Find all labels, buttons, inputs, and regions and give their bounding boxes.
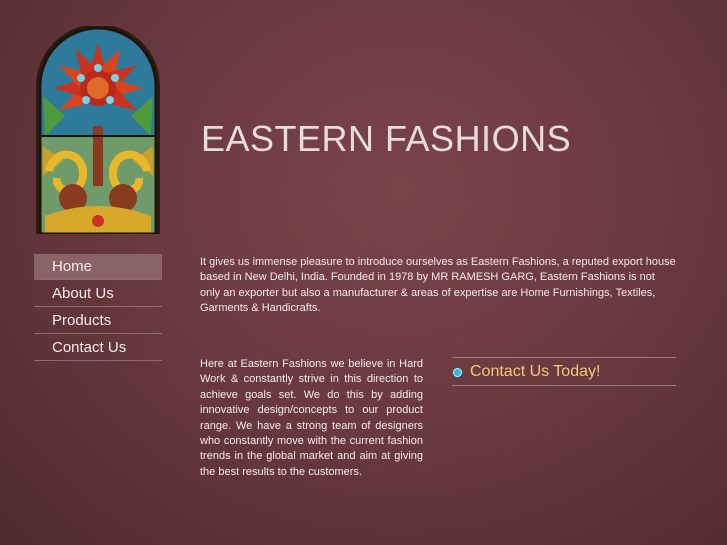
about-paragraph: Here at Eastern Fashions we believe in H… [200, 358, 423, 478]
intro-paragraph: It gives us immense pleasure to introduc… [200, 256, 676, 315]
site-title: EASTERN FASHIONS [201, 118, 572, 159]
nav-item-contact-us[interactable]: Contact Us [34, 335, 162, 361]
stained-glass-logo [36, 26, 160, 234]
nav-item-products[interactable]: Products [34, 308, 162, 334]
nav-item-about-us[interactable]: About Us [34, 281, 162, 307]
blue-bullet-icon [453, 368, 462, 377]
contact-cta-link[interactable]: Contact Us Today! [470, 363, 600, 381]
nav-item-home[interactable]: Home [34, 254, 162, 280]
main-nav: Home About Us Products Contact Us [34, 254, 162, 362]
contact-cta[interactable]: Contact Us Today! [452, 357, 676, 386]
